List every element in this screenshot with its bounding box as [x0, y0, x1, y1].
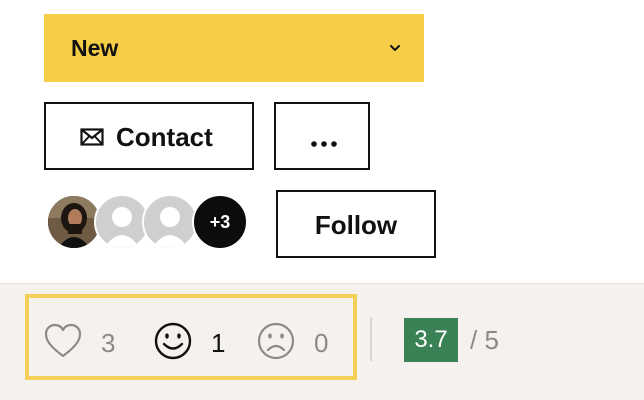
- smile-icon: [153, 321, 193, 366]
- chevron-down-icon: [388, 41, 402, 55]
- reaction-like-count: 3: [101, 327, 116, 358]
- reaction-sad[interactable]: 0: [256, 321, 329, 366]
- contact-button[interactable]: Contact: [44, 102, 254, 170]
- follow-button-label: Follow: [314, 210, 398, 240]
- follow-button[interactable]: Follow: [276, 190, 436, 258]
- reaction-like[interactable]: 3: [43, 323, 115, 363]
- frown-icon: [256, 321, 296, 366]
- more-horizontal-icon: [310, 134, 338, 147]
- heart-icon: [43, 322, 83, 365]
- reaction-sad-count: 0: [314, 327, 329, 358]
- reactions-group: 3 1 0: [25, 294, 357, 380]
- contact-button-label: Contact: [116, 122, 213, 152]
- rating-score-badge: 3.7: [404, 318, 458, 362]
- more-followers-count[interactable]: +3: [192, 194, 248, 250]
- reaction-happy-count: 1: [211, 327, 226, 358]
- rating: 3.7 / 5: [404, 318, 499, 362]
- divider: [370, 317, 372, 361]
- more-options-button[interactable]: [274, 102, 370, 170]
- follower-avatars[interactable]: +3: [46, 194, 256, 254]
- profile-header: New Contact +3 Follow: [0, 0, 644, 283]
- status-dropdown-value: New: [71, 35, 119, 61]
- engagement-bar: 3 1 0 3.7 / 5: [0, 283, 644, 400]
- status-dropdown[interactable]: New: [44, 14, 424, 82]
- envelope-icon: [80, 128, 104, 146]
- rating-max: / 5: [470, 324, 499, 355]
- follower-avatar: [142, 194, 198, 250]
- reaction-happy[interactable]: 1: [153, 321, 226, 366]
